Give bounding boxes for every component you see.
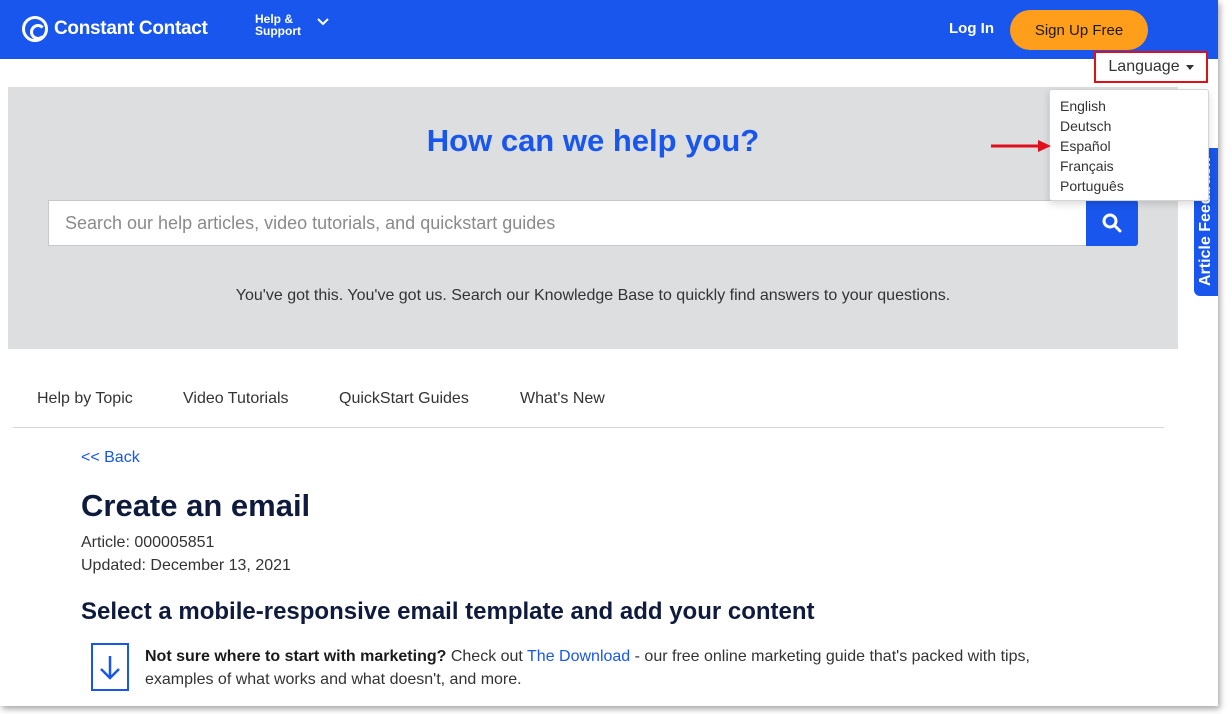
nav-whats-new[interactable]: What's New [520,390,605,408]
download-arrow-icon [91,643,129,691]
chevron-down-icon[interactable] [316,15,330,29]
language-option-portugues[interactable]: Português [1060,176,1208,196]
nav-video-tutorials[interactable]: Video Tutorials [183,390,289,408]
nav-quickstart-guides[interactable]: QuickStart Guides [339,390,469,408]
search-input[interactable]: Search our help articles, video tutorial… [48,200,1088,246]
tip-text-pre: Check out [446,648,528,665]
search-icon [1102,213,1122,233]
article-id: Article: 000005851 [81,534,215,551]
sign-up-button[interactable]: Sign Up Free [1010,10,1148,50]
article-updated-date: Updated: December 13, 2021 [81,557,291,574]
language-option-deutsch[interactable]: Deutsch [1060,116,1208,136]
help-support-menu[interactable]: Help & Support [255,13,311,37]
top-navigation-bar: Constant Contact Help & Support Log In S… [0,0,1218,59]
language-option-francais[interactable]: Français [1060,156,1208,176]
hero-search-section: How can we help you? Search our help art… [8,87,1178,349]
tip-bold-text: Not sure where to start with marketing? [145,648,447,665]
login-link[interactable]: Log In [949,20,994,37]
hero-subtitle: You've got this. You've got us. Search o… [235,287,951,304]
constant-contact-logo[interactable]: Constant Contact [22,16,208,42]
browser-page: Constant Contact Help & Support Log In S… [0,0,1218,706]
article-title: Create an email [81,488,311,523]
search-button[interactable] [1086,200,1138,246]
the-download-link[interactable]: The Download [527,648,630,665]
logo-mark-icon [22,16,48,42]
help-section-nav: Help by Topic Video Tutorials QuickStart… [13,388,1164,428]
nav-help-by-topic[interactable]: Help by Topic [37,390,133,408]
caret-down-icon [1185,64,1194,70]
language-dropdown-button[interactable]: Language [1094,51,1208,83]
language-menu: English Deutsch Español Français Portugu… [1049,89,1209,201]
language-option-english[interactable]: English [1060,96,1208,116]
section-heading: Select a mobile-responsive email templat… [81,598,815,625]
marketing-tip: Not sure where to start with marketing? … [145,645,1095,691]
language-option-espanol[interactable]: Español [1060,136,1208,156]
back-link[interactable]: << Back [81,449,140,467]
logo-text: Constant Contact [54,18,208,39]
language-label: Language [1108,58,1180,75]
red-arrow-annotation-icon [991,140,1051,152]
